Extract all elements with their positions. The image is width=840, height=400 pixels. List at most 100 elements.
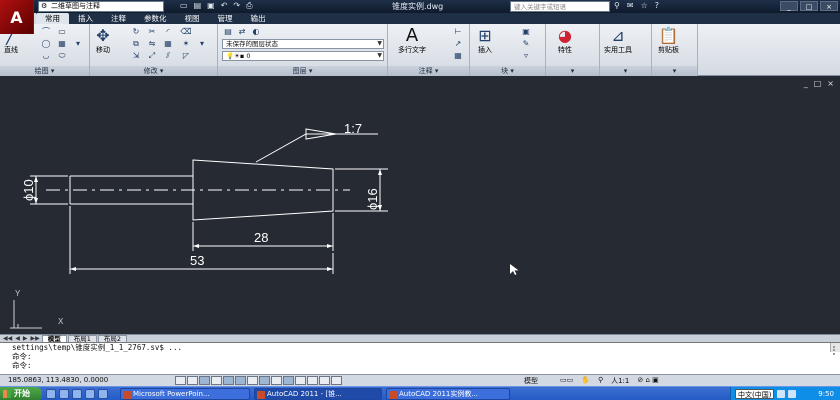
block-attribute-icon[interactable]: ▿ <box>520 50 532 61</box>
zoom-icon[interactable]: ⚲ <box>598 376 603 386</box>
array-icon[interactable]: ▦ <box>162 38 174 49</box>
table-icon[interactable]: ▦ <box>452 50 464 61</box>
hatch-icon[interactable]: ▦ <box>56 38 68 49</box>
clipboard-button[interactable]: 📋 剪贴板 <box>658 27 679 55</box>
properties-panel-expander[interactable]: ▾ <box>546 66 599 76</box>
explode-icon[interactable]: ✶ <box>180 38 192 49</box>
scale-icon[interactable]: ⤢ <box>146 50 158 61</box>
taskbar-item-autocad[interactable]: AutoCAD 2011 - [锥... <box>254 388 382 400</box>
quick-launch-icon[interactable] <box>46 389 56 399</box>
move-button[interactable]: ✥ 移动 <box>96 27 110 55</box>
multiline-text-button[interactable]: A 多行文字 <box>398 27 426 55</box>
ducs-toggle[interactable] <box>271 376 282 385</box>
circle-icon[interactable]: ◯ <box>40 38 52 49</box>
right-diameter-text[interactable]: ϕ16 <box>365 188 380 210</box>
trim-icon[interactable]: ✂ <box>146 26 158 37</box>
tab-manage[interactable]: 管理 <box>209 13 242 24</box>
ellipse-icon[interactable]: ⬭ <box>56 50 68 61</box>
new-icon[interactable]: ▭ <box>180 1 188 11</box>
command-scrollbar[interactable] <box>830 343 840 355</box>
quick-launch-icon[interactable] <box>85 389 95 399</box>
polyline-icon[interactable]: ⌒ <box>40 26 52 37</box>
insert-block-button[interactable]: ⊞ 插入 <box>478 27 492 55</box>
layer-isolate-icon[interactable]: ◐ <box>250 26 262 37</box>
first-layout-icon[interactable]: ◀◀ <box>2 335 13 342</box>
quick-properties-toggle[interactable] <box>319 376 330 385</box>
minimize-button[interactable]: _ <box>780 1 798 11</box>
total-length-text[interactable]: 53 <box>190 253 204 268</box>
workspace-icon[interactable]: ⊘ ⌂ ▣ <box>637 376 658 386</box>
ortho-toggle[interactable] <box>211 376 222 385</box>
create-block-icon[interactable]: ▣ <box>520 26 532 37</box>
ime-indicator[interactable]: 中文(中国) <box>735 389 775 399</box>
tray-icon[interactable] <box>777 390 786 398</box>
right-diameter-dimension[interactable] <box>335 168 388 212</box>
more-modify-icon[interactable]: ▾ <box>196 38 208 49</box>
command-prompt[interactable]: 命令: <box>12 361 840 370</box>
annotation-scale[interactable]: 人1:1 <box>611 376 629 386</box>
left-diameter-text[interactable]: ϕ10 <box>21 179 36 201</box>
tab-parametric[interactable]: 参数化 <box>135 13 176 24</box>
snap-toggle[interactable] <box>187 376 198 385</box>
fillet-icon[interactable]: ◜ <box>162 26 174 37</box>
lineweight-toggle[interactable] <box>295 376 306 385</box>
close-button[interactable]: × <box>820 1 838 11</box>
tab-view[interactable]: 视图 <box>176 13 209 24</box>
block-panel-title[interactable]: 块 ▾ <box>470 66 545 76</box>
tab-annotate[interactable]: 注释 <box>102 13 135 24</box>
command-line[interactable]: settings\temp\锥度实例_1_1_2767.sv$ ... 命令: … <box>0 342 840 374</box>
current-layer-select[interactable]: 💡☀▪ 0 ▼ <box>222 51 384 61</box>
help-icon[interactable]: ? <box>655 1 659 10</box>
otrack-toggle[interactable] <box>259 376 270 385</box>
rotate-icon[interactable]: ↻ <box>130 26 142 37</box>
dyn-toggle[interactable] <box>283 376 294 385</box>
tray-icon[interactable] <box>788 390 797 398</box>
binoculars-icon[interactable]: ⚲ <box>614 1 620 10</box>
workspace-switcher[interactable]: ⚙ 二维草图与注释 <box>38 1 164 12</box>
tab-insert[interactable]: 插入 <box>69 13 102 24</box>
transparency-toggle[interactable] <box>307 376 318 385</box>
tab-output[interactable]: 输出 <box>242 13 275 24</box>
undo-icon[interactable]: ↶ <box>221 1 228 11</box>
layer-properties-icon[interactable]: ▤ <box>222 26 234 37</box>
osnap-toggle[interactable] <box>235 376 246 385</box>
chamfer-icon[interactable]: ◸ <box>180 50 192 61</box>
leader-icon[interactable]: ↗ <box>452 38 464 49</box>
taskbar-item-autocad-tutorial[interactable]: AutoCAD 2011实例教... <box>386 388 510 400</box>
print-icon[interactable]: ⎙ <box>246 1 252 11</box>
selection-cycling-toggle[interactable] <box>331 376 342 385</box>
open-icon[interactable]: ▤ <box>194 1 202 11</box>
taper-length-text[interactable]: 28 <box>254 230 268 245</box>
offset-icon[interactable]: ⫽ <box>162 50 174 61</box>
next-layout-icon[interactable]: ▶ <box>22 335 29 342</box>
arc-icon[interactable]: ◡ <box>40 50 52 61</box>
quick-launch-icon[interactable] <box>98 389 108 399</box>
search-input[interactable]: 键入关键字或短语 <box>510 1 610 12</box>
quick-launch-icon[interactable] <box>59 389 69 399</box>
taper-ratio-label[interactable]: 1:7 <box>344 121 362 136</box>
communication-icon[interactable]: ✉ <box>627 1 634 10</box>
taper-leader[interactable] <box>255 133 378 163</box>
grid-toggle[interactable] <box>199 376 210 385</box>
rectangle-icon[interactable]: ▭ <box>56 26 68 37</box>
save-icon[interactable]: ▣ <box>207 1 215 11</box>
layer-state-select[interactable]: 未保存的图层状态 ▼ <box>222 39 384 49</box>
clock[interactable]: 9:50 <box>818 390 834 398</box>
clipboard-panel-expander[interactable]: ▾ <box>652 66 697 76</box>
annotation-panel-title[interactable]: 注释 ▾ <box>388 66 469 76</box>
last-layout-icon[interactable]: ▶▶ <box>29 335 40 342</box>
layers-panel-title[interactable]: 图层 ▾ <box>218 66 387 76</box>
polar-toggle[interactable] <box>223 376 234 385</box>
dimension-icon[interactable]: ⊢ <box>452 26 464 37</box>
erase-icon[interactable]: ⌫ <box>180 26 192 37</box>
drawing-canvas[interactable]: _ □ × 1:7 ϕ10 ϕ16 28 53 X Y <box>0 76 840 334</box>
star-icon[interactable]: ☆ <box>641 1 648 10</box>
more-draw-icon[interactable]: ▾ <box>72 38 84 49</box>
modify-panel-title[interactable]: 修改 ▾ <box>90 66 217 76</box>
quick-view-icon[interactable]: ▭▭ <box>560 376 573 386</box>
application-menu-button[interactable]: A <box>0 0 34 34</box>
start-button[interactable]: 开始 <box>0 387 42 400</box>
maximize-button[interactable]: □ <box>800 1 818 11</box>
edit-block-icon[interactable]: ✎ <box>520 38 532 49</box>
redo-icon[interactable]: ↷ <box>233 1 240 11</box>
